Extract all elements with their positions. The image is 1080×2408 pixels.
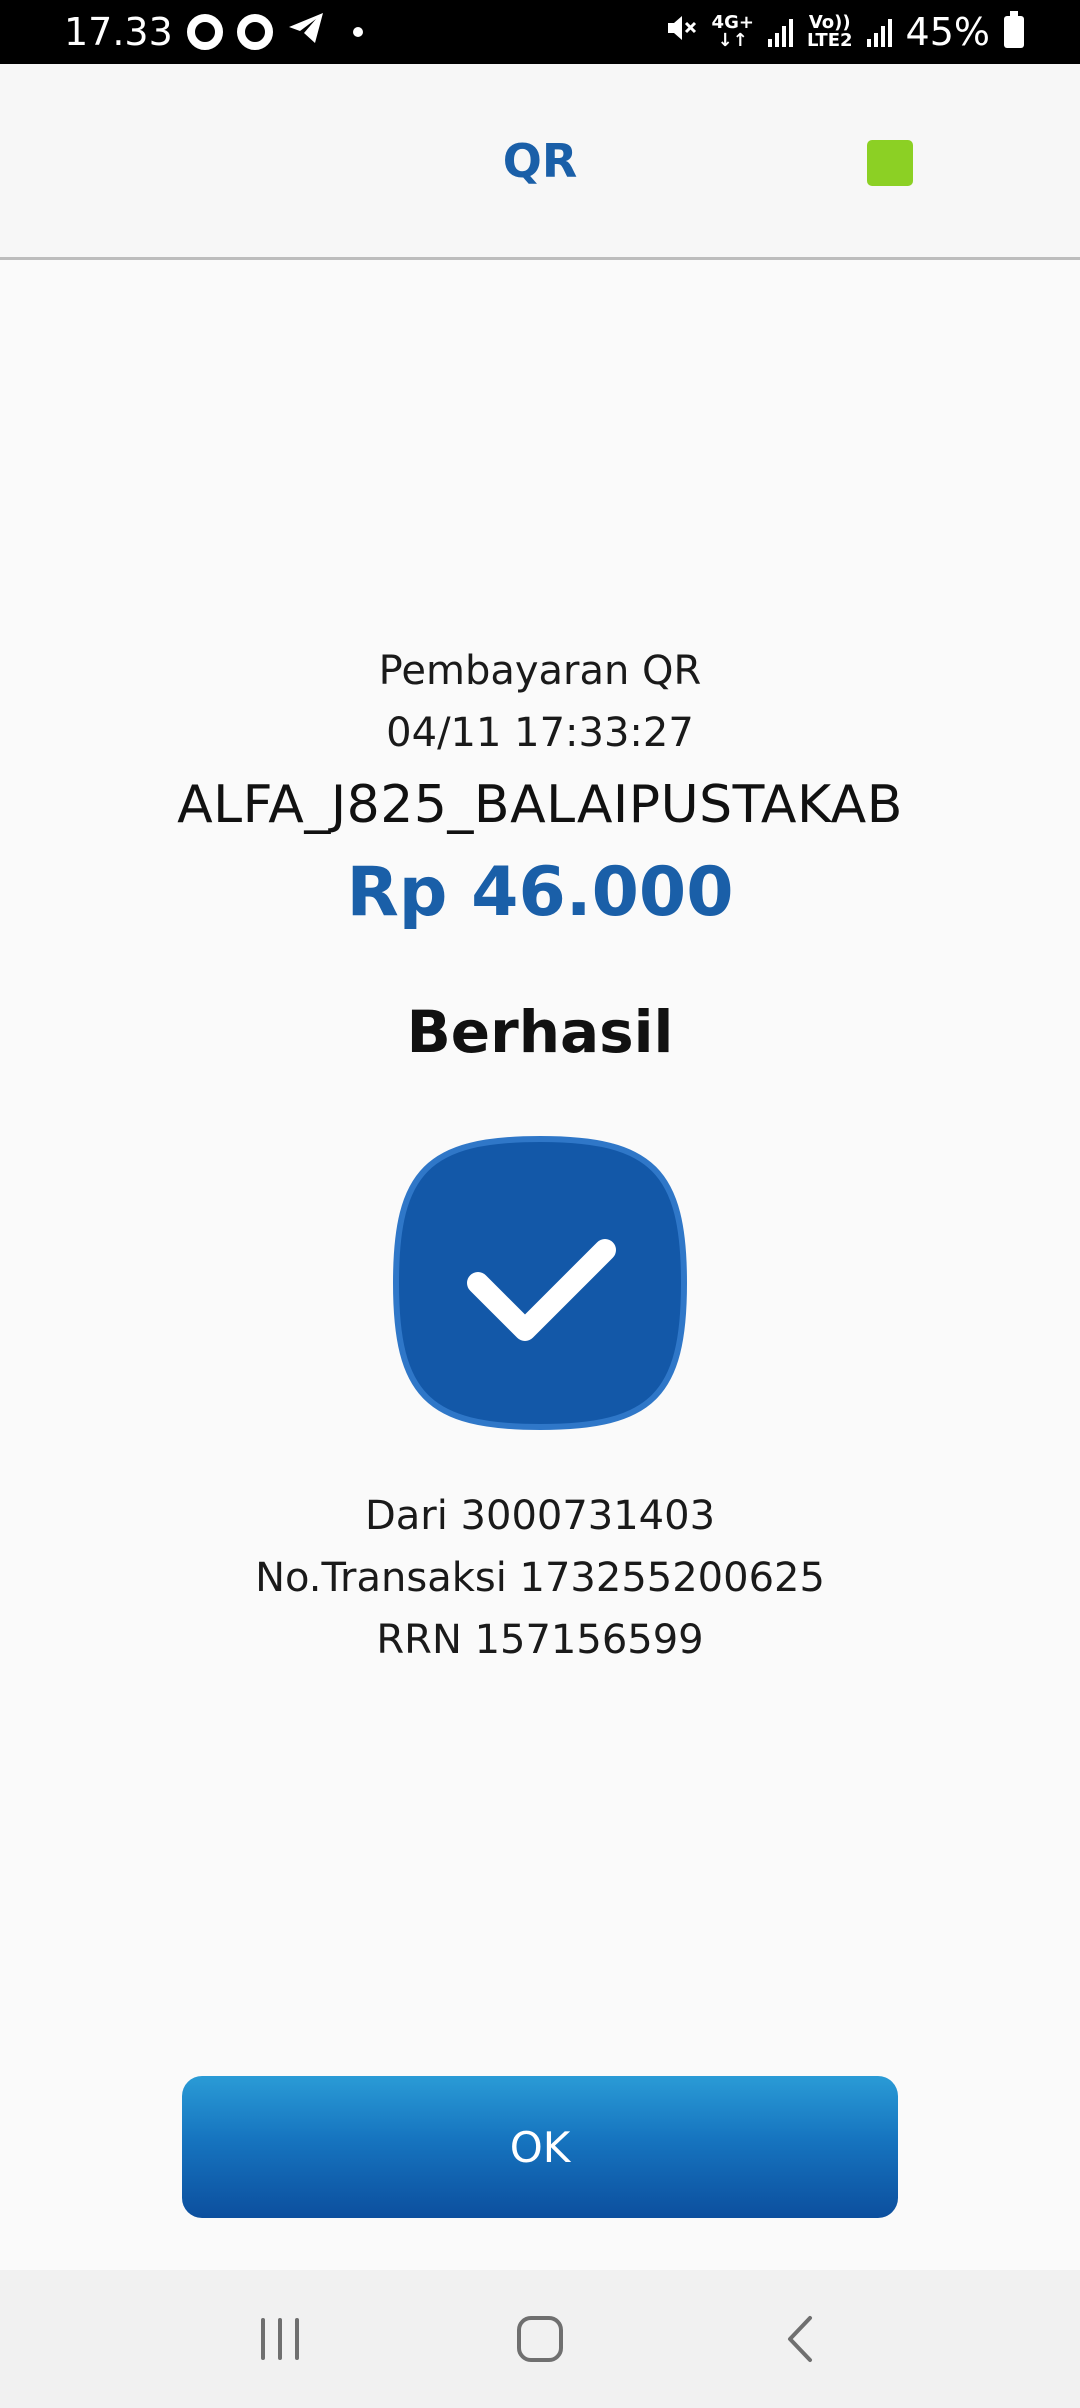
home-button[interactable] [500, 2299, 580, 2379]
network-type: 4G+ [711, 12, 754, 33]
status-right: 4G+ ↓↑ Vo)) LTE2 45% [664, 10, 1024, 54]
checkmark-icon [392, 1135, 688, 1431]
battery-icon [1004, 11, 1024, 48]
ring-icon [236, 14, 273, 50]
rrn-number: RRN 157156599 [376, 1617, 704, 1663]
from-account: Dari 3000731403 [364, 1493, 716, 1539]
volte-label: Vo)) LTE2 [807, 14, 853, 50]
ring-icon [186, 14, 223, 50]
lte-text: LTE2 [806, 30, 853, 51]
signal-icon [866, 17, 892, 47]
signal-icon [767, 17, 793, 47]
transaction-type: Pembayaran QR [378, 648, 702, 694]
mute-icon [664, 10, 698, 54]
telegram-icon [287, 10, 325, 54]
status-bar: 17.33 4G+ ↓↑ Vo)) LTE2 45% [0, 0, 1080, 64]
status-left: 17.33 [64, 10, 363, 54]
amount: Rp 46.000 [346, 853, 734, 932]
home-icon [517, 2316, 563, 2362]
header-indicator [867, 140, 913, 186]
success-badge [390, 1133, 690, 1433]
app-header: QR [0, 64, 1080, 260]
transaction-number: No.Transaksi 173255200625 [255, 1555, 825, 1601]
recents-button[interactable] [240, 2299, 320, 2379]
merchant-name: ALFA_J825_BALAIPUSTAKAB [177, 775, 903, 835]
status-label: Berhasil [406, 998, 674, 1066]
back-icon [788, 2316, 812, 2362]
receipt-content: Pembayaran QR 04/11 17:33:27 ALFA_J825_B… [0, 263, 1080, 2253]
dot-icon [352, 27, 363, 37]
page-title: QR [502, 134, 578, 188]
battery-percent: 45% [905, 10, 990, 54]
status-time: 17.33 [64, 10, 173, 54]
ok-button-label: OK [509, 2122, 571, 2172]
transaction-datetime: 04/11 17:33:27 [386, 710, 694, 756]
ok-button[interactable]: OK [182, 2076, 898, 2218]
network-type-label: 4G+ ↓↑ [711, 12, 754, 51]
back-button[interactable] [760, 2299, 840, 2379]
navigation-bar [0, 2270, 1080, 2408]
recents-icon [261, 2318, 299, 2360]
